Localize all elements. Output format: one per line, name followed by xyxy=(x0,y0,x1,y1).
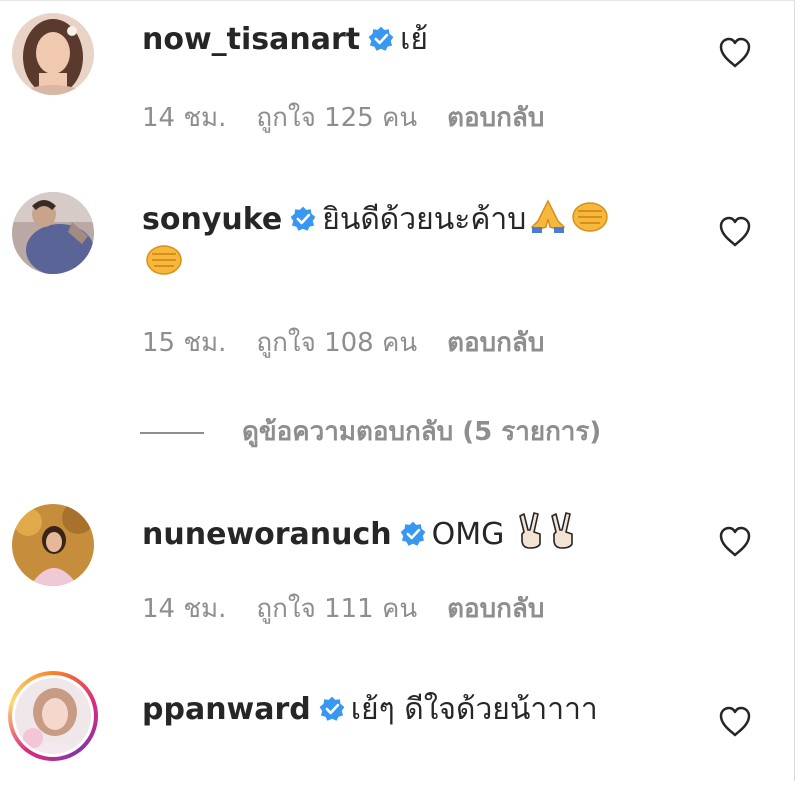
comments-panel: now_tisanart เย้ 14 ชม. ถูกใจ 125 คน ตอบกลั… xyxy=(0,0,795,781)
avatar xyxy=(15,678,91,754)
comment-line: now_tisanart เย้ xyxy=(142,20,682,60)
divider xyxy=(140,431,204,434)
view-replies-button[interactable]: ดูข้อความตอบกลับ (5 รายการ) xyxy=(140,411,601,452)
like-count[interactable]: ถูกใจ 111 คน xyxy=(256,594,417,624)
avatar-ring-gap xyxy=(12,675,94,757)
verified-badge-icon xyxy=(319,696,345,721)
comment-text: เย้ๆ ดีใจด้วยน้าาาา xyxy=(350,692,598,727)
heart-outline-icon[interactable] xyxy=(718,526,752,558)
avatar[interactable] xyxy=(12,504,94,586)
username-link[interactable]: sonyuke xyxy=(142,202,282,237)
like-count[interactable]: ถูกใจ 125 คน xyxy=(256,103,417,133)
comment-line: sonyuke ยินดีด้วยนะค้าบ xyxy=(142,197,682,283)
verified-badge-icon xyxy=(290,206,316,231)
comment-text: OMG xyxy=(431,517,505,552)
folded-hands-icon xyxy=(531,199,566,233)
comment-line: ppanward เย้ๆ ดีใจด้วยน้าาาา xyxy=(142,690,682,730)
comment-text: เย้ xyxy=(400,22,428,57)
username-link[interactable]: nuneworanuch xyxy=(142,517,392,552)
verified-badge-icon xyxy=(368,26,394,51)
comment-meta: 14 ชม. ถูกใจ 125 คน ตอบกลับ xyxy=(142,97,544,138)
comment-meta: 15 ชม. ถูกใจ 108 คน ตอบกลับ xyxy=(142,322,544,363)
heart-outline-icon[interactable] xyxy=(718,37,752,69)
heart-outline-icon[interactable] xyxy=(718,216,752,248)
reply-button[interactable]: ตอบกลับ xyxy=(447,594,544,624)
comment-time[interactable]: 15 ชม. xyxy=(142,328,226,358)
username-link[interactable]: now_tisanart xyxy=(142,22,360,57)
comment-line: nuneworanuch OMG xyxy=(142,510,682,555)
reply-button[interactable]: ตอบกลับ xyxy=(447,328,544,358)
comment-time[interactable]: 14 ชม. xyxy=(142,594,226,624)
comment-meta: 14 ชม. ถูกใจ 111 คน ตอบกลับ xyxy=(142,588,544,629)
victory-hand-icon xyxy=(519,512,541,549)
like-count[interactable]: ถูกใจ 108 คน xyxy=(256,328,417,358)
avatar[interactable] xyxy=(12,13,94,95)
verified-badge-icon xyxy=(400,521,425,546)
view-replies-label: ดูข้อความตอบกลับ (5 รายการ) xyxy=(242,417,602,447)
victory-hand-icon xyxy=(551,512,573,549)
oncoming-fist-icon xyxy=(146,245,182,275)
avatar-story-ring[interactable] xyxy=(8,671,98,761)
oncoming-fist-icon xyxy=(572,202,609,232)
comment-text: ยินดีด้วยนะค้าบ xyxy=(322,202,527,237)
reply-button[interactable]: ตอบกลับ xyxy=(447,103,544,133)
avatar[interactable] xyxy=(12,192,94,274)
comment-time[interactable]: 14 ชม. xyxy=(142,103,226,133)
heart-outline-icon[interactable] xyxy=(718,706,752,738)
username-link[interactable]: ppanward xyxy=(142,692,311,727)
